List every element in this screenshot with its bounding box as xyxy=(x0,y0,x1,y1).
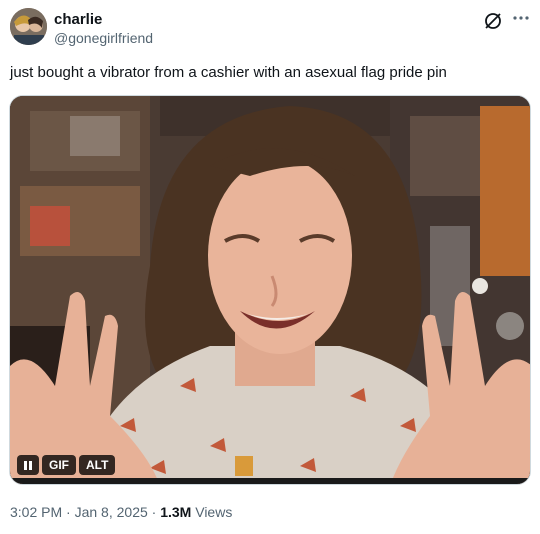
pause-button[interactable] xyxy=(17,455,39,475)
views-count[interactable]: 1.3M xyxy=(160,504,191,520)
tweet-text: just bought a vibrator from a cashier wi… xyxy=(10,64,447,81)
avatar-image xyxy=(10,8,47,45)
meta-separator: · xyxy=(66,504,71,520)
display-name[interactable]: charlie xyxy=(54,11,102,29)
gif-badge[interactable]: GIF xyxy=(42,455,76,475)
pause-icon-bar xyxy=(29,461,32,470)
handle[interactable]: @gonegirlfriend xyxy=(54,30,153,47)
tweet-time[interactable]: 3:02 PM xyxy=(10,504,62,520)
gif-media[interactable] xyxy=(9,95,531,485)
alt-button[interactable]: ALT xyxy=(79,455,116,475)
meta-separator: · xyxy=(151,504,157,520)
grok-icon[interactable] xyxy=(483,11,503,31)
views-label: Views xyxy=(195,504,233,520)
tweet-date[interactable]: Jan 8, 2025 xyxy=(75,504,148,520)
pause-icon xyxy=(24,461,27,470)
avatar[interactable] xyxy=(10,8,47,45)
more-icon[interactable] xyxy=(512,9,530,29)
media-controls: GIF ALT xyxy=(17,455,116,475)
tweet-meta: 3:02 PM · Jan 8, 2025 · 1.3M Views xyxy=(10,503,232,521)
tweet: charlie @gonegirlfriend just bought a vi… xyxy=(0,0,540,534)
gif-frame xyxy=(10,96,530,484)
